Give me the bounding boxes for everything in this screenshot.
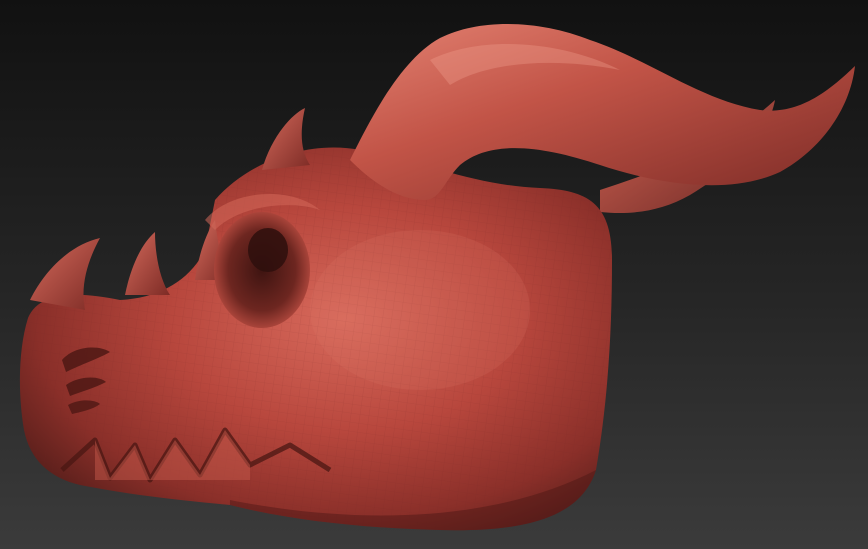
eye-pit xyxy=(248,228,288,272)
sculpt-viewport[interactable] xyxy=(0,0,868,549)
cheek-highlight xyxy=(310,230,530,390)
nose-spike-2 xyxy=(125,232,170,295)
top-spike xyxy=(262,108,310,170)
main-horn xyxy=(350,23,855,201)
dragon-head-sculpt xyxy=(19,23,855,531)
